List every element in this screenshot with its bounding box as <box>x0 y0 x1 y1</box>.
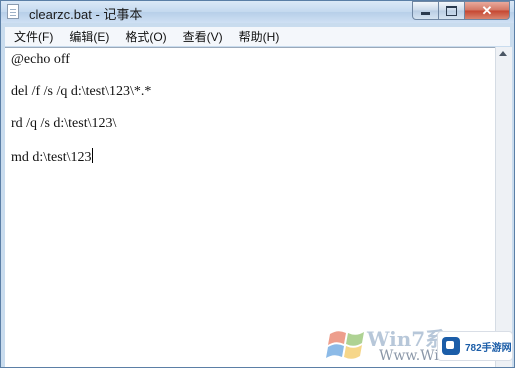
menu-view[interactable]: 查看(V) <box>174 28 230 45</box>
editor-line-current: md d:\test\123 <box>11 148 93 166</box>
windows-logo-watermark-icon <box>326 331 364 359</box>
window-controls: ✕ <box>412 1 510 20</box>
site-badge: 782手游网 <box>437 331 513 361</box>
notepad-icon[interactable] <box>7 4 19 19</box>
editor-line-text: md d:\test\123 <box>11 150 92 165</box>
minimize-button[interactable] <box>412 1 439 20</box>
window-title: clearzc.bat - 记事本 <box>29 7 143 22</box>
editor-line: rd /q /s d:\test\123\ <box>11 116 117 131</box>
menu-edit[interactable]: 编辑(E) <box>60 28 116 45</box>
menu-file[interactable]: 文件(F) <box>5 28 60 45</box>
badge-text: 782手游网 <box>465 342 512 354</box>
menu-bar: 文件(F) 编辑(E) 格式(O) 查看(V) 帮助(H) <box>5 27 510 46</box>
notepad-window: clearzc.bat - 记事本 ✕ 文件(F) 编辑(E) 格式(O) 查看… <box>0 0 515 368</box>
editor-line: @echo off <box>11 52 70 67</box>
badge-logo-icon <box>442 337 460 355</box>
scroll-up-arrow-icon[interactable] <box>499 51 507 56</box>
maximize-button[interactable] <box>439 1 465 20</box>
minimize-icon <box>421 12 430 15</box>
menu-help[interactable]: 帮助(H) <box>230 28 287 45</box>
menu-format[interactable]: 格式(O) <box>116 28 173 45</box>
editor-line: del /f /s /q d:\test\123\*.* <box>11 84 152 99</box>
maximize-icon <box>446 5 457 16</box>
close-button[interactable]: ✕ <box>465 1 510 20</box>
text-editor[interactable]: @echo off del /f /s /q d:\test\123\*.* r… <box>5 47 495 367</box>
close-icon: ✕ <box>481 2 493 18</box>
text-caret <box>91 148 93 163</box>
title-bar[interactable]: clearzc.bat - 记事本 ✕ <box>1 1 514 23</box>
vertical-scrollbar[interactable] <box>495 47 512 367</box>
